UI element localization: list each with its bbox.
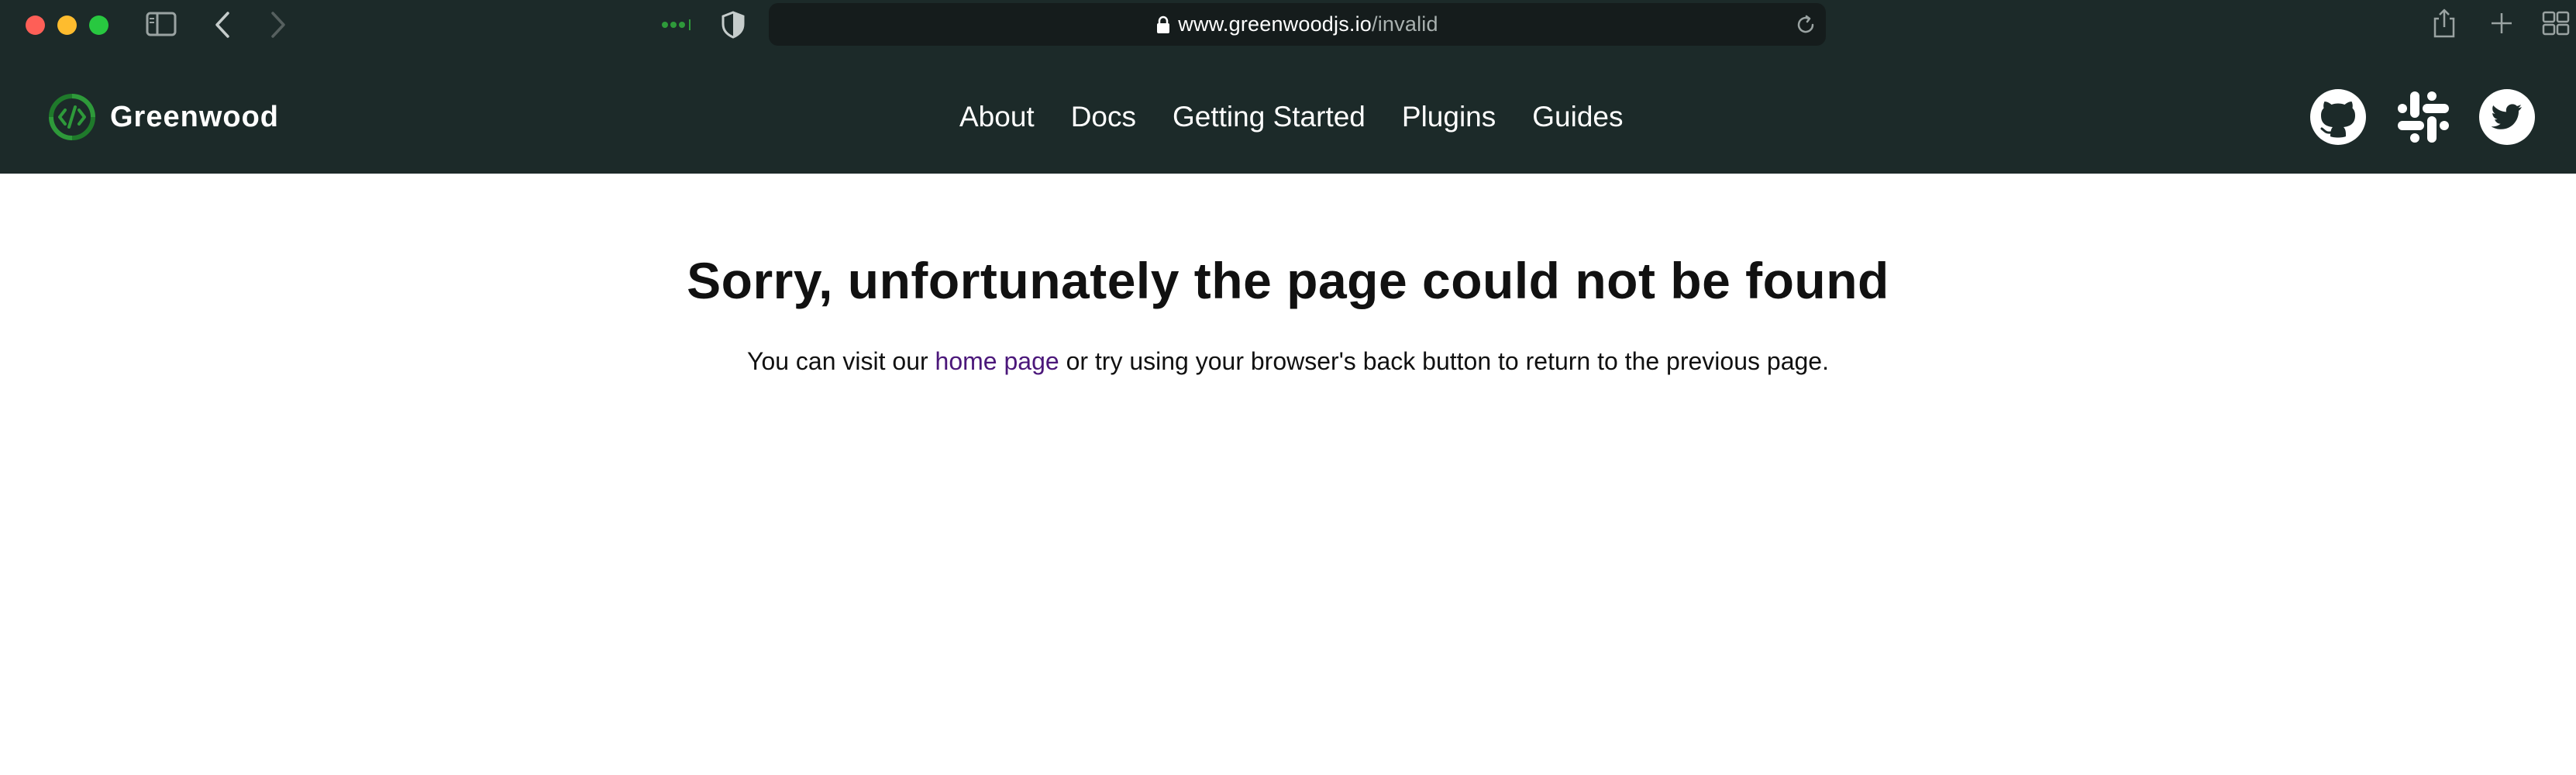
- slack-icon[interactable]: [2395, 88, 2452, 146]
- not-found-message: You can visit our home page or try using…: [0, 347, 2576, 376]
- back-arrow-icon[interactable]: [214, 11, 231, 39]
- nav-link-guides[interactable]: Guides: [1532, 101, 1623, 133]
- minimize-window-button[interactable]: [57, 16, 77, 35]
- twitter-icon[interactable]: [2478, 88, 2536, 146]
- site-header: Greenwood About Docs Getting Started Plu…: [0, 53, 2576, 174]
- main-content: Sorry, unfortunately the page could not …: [0, 174, 2576, 775]
- zoom-window-button[interactable]: [89, 16, 108, 35]
- nav-link-docs[interactable]: Docs: [1071, 101, 1136, 133]
- greenwood-logo-icon: [46, 91, 98, 143]
- brand-name: Greenwood: [110, 100, 280, 133]
- sidebar-toggle-icon[interactable]: [146, 11, 177, 37]
- brand-home-link[interactable]: Greenwood: [46, 91, 279, 143]
- forward-arrow-icon[interactable]: [270, 11, 287, 39]
- address-bar[interactable]: www.greenwoodjs.io/invalid: [769, 3, 1826, 46]
- home-page-link[interactable]: home page: [935, 347, 1059, 375]
- nav-link-plugins[interactable]: Plugins: [1402, 101, 1496, 133]
- lock-icon: [1156, 16, 1170, 34]
- new-tab-plus-icon[interactable]: [2489, 11, 2514, 36]
- share-icon[interactable]: [2432, 8, 2457, 39]
- extensions-icon[interactable]: [660, 17, 693, 33]
- url-host: www.greenwoodjs.io: [1178, 12, 1372, 36]
- github-icon[interactable]: [2309, 88, 2367, 146]
- nav-link-about[interactable]: About: [959, 101, 1035, 133]
- main-nav: About Docs Getting Started Plugins Guide…: [959, 101, 1623, 133]
- page-title: Sorry, unfortunately the page could not …: [687, 252, 1889, 309]
- nav-link-getting-started[interactable]: Getting Started: [1173, 101, 1365, 133]
- browser-toolbar: www.greenwoodjs.io/invalid: [0, 0, 2576, 53]
- url-path: /invalid: [1372, 12, 1438, 36]
- reload-icon[interactable]: [1795, 14, 1817, 40]
- tab-overview-icon[interactable]: [2542, 11, 2570, 36]
- close-window-button[interactable]: [26, 16, 45, 35]
- privacy-shield-icon[interactable]: [721, 11, 746, 39]
- message-text-after: or try using your browser's back button …: [1059, 347, 1829, 375]
- message-text-before: You can visit our: [747, 347, 935, 375]
